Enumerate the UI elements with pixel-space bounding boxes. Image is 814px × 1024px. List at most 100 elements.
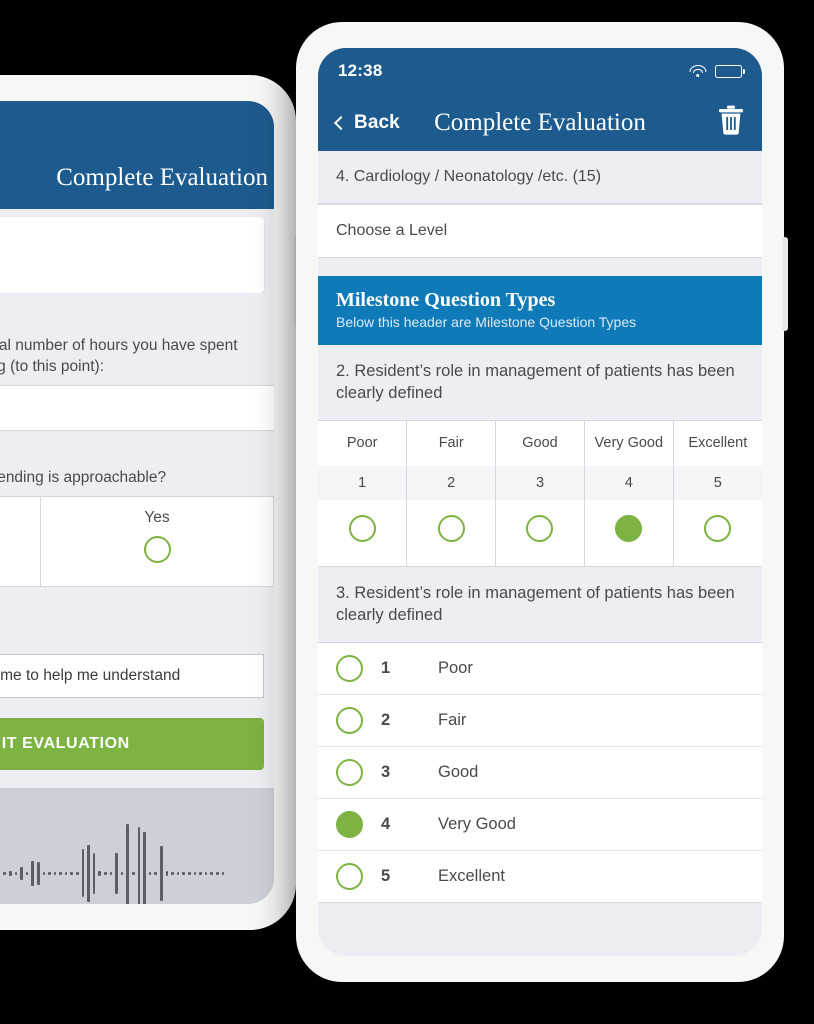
back-choice-no-label: No xyxy=(0,509,40,527)
waveform-bar xyxy=(176,871,180,875)
matrix-radio-1[interactable] xyxy=(348,514,376,542)
back-question-3-label: 3. Please explain: xyxy=(0,609,274,655)
matrix-radio-5[interactable] xyxy=(704,514,732,542)
back-statusbar: 12:38 xyxy=(0,101,274,147)
back-choice-yes[interactable]: Yes xyxy=(41,497,274,587)
front-status-clock: 12:38 xyxy=(338,61,383,80)
back-phone-device: 12:38 Complete Evaluation John Doe 1. Pl… xyxy=(0,75,300,930)
back-content: John Doe 1. Please estimate the total nu… xyxy=(0,209,274,904)
waveform-bar xyxy=(59,871,62,875)
front-statusbar: 12:38 xyxy=(318,48,762,94)
evaluee-card[interactable]: John Doe xyxy=(0,217,264,293)
section-header-subtitle: Below this header are Milestone Question… xyxy=(336,314,637,330)
waveform-bar xyxy=(126,823,129,904)
matrix-label-row: Poor Fair Good Very Good Excellent xyxy=(318,420,762,466)
rating-option-list: 1 Poor 2 Fair 3 Good 4 Very Good 5 Excellent xyxy=(318,641,762,903)
back-phone-screen: 12:38 Complete Evaluation John Doe 1. Pl… xyxy=(0,101,274,904)
back-question-2-choices: No Yes xyxy=(0,496,274,588)
waveform-bar xyxy=(81,849,85,898)
option-row-5[interactable]: 5 Excellent xyxy=(318,851,762,903)
matrix-cell-2[interactable] xyxy=(495,499,585,567)
waveform-bar xyxy=(221,871,225,875)
matrix-number-4: 5 xyxy=(673,465,762,500)
row-specialty[interactable]: 4. Cardiology / Neonatology /etc. (15) xyxy=(318,151,762,204)
waveform-bar xyxy=(165,870,169,876)
waveform-bar xyxy=(98,870,102,876)
rating-matrix: Poor Fair Good Very Good Excellent 12345 xyxy=(318,419,762,567)
matrix-radio-3[interactable] xyxy=(526,514,554,542)
waveform-bar xyxy=(42,871,46,875)
back-question-2-label: 2. Do you feel that the attending is app… xyxy=(0,451,274,497)
front-phone-screen: 12:38 Back Complete Evaluation 4. Cardio… xyxy=(318,48,762,956)
matrix-cell-3[interactable] xyxy=(584,499,674,567)
waveform-bar xyxy=(210,871,213,875)
waveform-bar xyxy=(199,871,202,875)
option-row-3[interactable]: 3 Good xyxy=(318,747,762,799)
waveform-bar xyxy=(8,870,12,876)
option-label-2: Fair xyxy=(438,710,467,729)
option-number-3: 3 xyxy=(381,762,391,781)
back-page-title: Complete Evaluation xyxy=(56,164,268,191)
matrix-label-4: Excellent xyxy=(673,420,762,466)
waveform-bar xyxy=(53,871,57,875)
row-choose-level[interactable]: Choose a Level xyxy=(318,204,762,258)
option-label-1: Poor xyxy=(438,658,473,677)
back-choice-no[interactable]: No xyxy=(0,497,41,587)
waveform-bar xyxy=(104,871,107,875)
matrix-radio-4[interactable] xyxy=(615,514,643,542)
back-choice-yes-label: Yes xyxy=(144,509,170,527)
waveform-bar xyxy=(132,871,135,875)
option-number-2: 2 xyxy=(381,710,391,729)
spacer xyxy=(318,258,762,276)
option-row-4[interactable]: 4 Very Good xyxy=(318,799,762,851)
bottom-spacer xyxy=(318,902,762,956)
front-phone-side-button[interactable] xyxy=(782,237,788,331)
option-radio-4[interactable] xyxy=(336,810,363,838)
matrix-number-1: 2 xyxy=(406,465,497,500)
matrix-number-0: 1 xyxy=(318,465,408,500)
matrix-cell-4[interactable] xyxy=(673,499,762,567)
option-row-1[interactable]: 1 Poor xyxy=(318,643,762,695)
option-radio-3[interactable] xyxy=(336,758,363,786)
option-label-4: Very Good xyxy=(438,814,516,833)
option-label-3: Good xyxy=(438,762,479,781)
back-question-3-input[interactable]: The professor took the time to help me u… xyxy=(0,654,264,699)
waveform-bar xyxy=(115,852,118,895)
front-content: 4. Cardiology / Neonatology /etc. (15) C… xyxy=(318,151,762,956)
matrix-radio-2[interactable] xyxy=(437,514,465,542)
option-radio-1[interactable] xyxy=(336,654,363,682)
option-row-2[interactable]: 2 Fair xyxy=(318,695,762,747)
waveform-bar xyxy=(148,871,152,875)
waveform-bar xyxy=(70,871,74,875)
back-question-1-input[interactable]: 10 xyxy=(0,385,274,432)
waveform-bar xyxy=(3,871,6,875)
front-navbar: Back Complete Evaluation xyxy=(318,94,762,151)
option-radio-2[interactable] xyxy=(336,706,363,734)
matrix-radio-row xyxy=(318,499,762,567)
option-number-5: 5 xyxy=(381,866,391,885)
front-phone-device: 12:38 Back Complete Evaluation 4. Cardio… xyxy=(296,22,788,982)
back-navbar: Complete Evaluation xyxy=(0,147,274,209)
option-label-5: Excellent xyxy=(438,866,505,885)
chevron-left-icon xyxy=(333,115,349,130)
audio-waveform xyxy=(0,813,225,904)
matrix-label-2: Good xyxy=(495,420,585,466)
waveform-bar xyxy=(92,852,96,895)
section-header-milestone: Milestone Question Types Below this head… xyxy=(318,276,762,345)
matrix-cell-1[interactable] xyxy=(406,499,497,567)
waveform-bar xyxy=(76,871,79,875)
matrix-label-0: Poor xyxy=(318,420,408,466)
matrix-question-text: 2. Resident’s role in management of pati… xyxy=(318,345,762,420)
submit-evaluation-button[interactable]: SUBMIT EVALUATION xyxy=(0,718,264,771)
audio-waveform-panel xyxy=(0,788,274,904)
back-button[interactable]: Back xyxy=(333,112,400,134)
back-choice-yes-radio[interactable] xyxy=(143,536,171,564)
waveform-bar xyxy=(193,871,197,875)
screenshot-stage: 12:38 Complete Evaluation John Doe 1. Pl… xyxy=(0,0,814,1024)
matrix-cell-0[interactable] xyxy=(318,499,408,567)
option-radio-5[interactable] xyxy=(336,862,363,890)
trash-icon[interactable] xyxy=(718,105,744,140)
back-question-1-label: 1. Please estimate the total number of h… xyxy=(0,319,274,386)
waveform-bar xyxy=(154,871,157,875)
waveform-bar xyxy=(20,866,23,880)
